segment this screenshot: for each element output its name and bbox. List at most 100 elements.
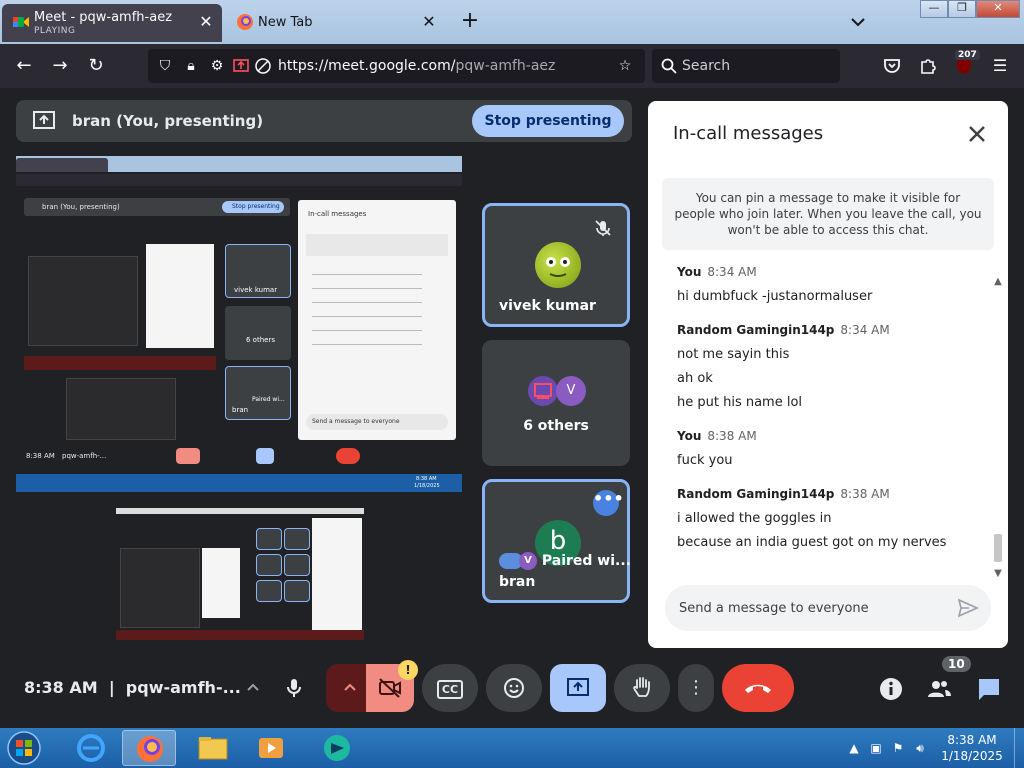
stop-presenting-button[interactable]: Stop presenting — [472, 105, 624, 137]
tab-playing-label: PLAYING — [34, 26, 76, 36]
scroll-thumb[interactable] — [994, 534, 1002, 562]
meeting-clock: 8:38 AM | pqw-amfh-... — [24, 678, 241, 697]
tab-title: Meet - pqw-amfh-aez — [34, 10, 173, 25]
tab-meet[interactable]: Meet - pqw-amfh-aez PLAYING ✕ — [2, 4, 222, 42]
url-text: https://meet.google.com/pqw-amfh-aez — [278, 58, 556, 74]
chat-icon[interactable] — [976, 676, 1002, 702]
message-sender: You — [677, 265, 702, 279]
firefox-icon — [137, 736, 163, 762]
action-center-flag-icon[interactable]: ⚑ — [890, 740, 906, 756]
message-text: ah ok — [677, 371, 713, 386]
mic-off-icon — [595, 220, 611, 236]
chevron-down-icon[interactable] — [848, 12, 868, 32]
lock-icon[interactable]: 🔒︎ — [182, 57, 200, 75]
close-tab-icon[interactable]: ✕ — [196, 12, 216, 32]
chat-input-box — [665, 585, 991, 631]
end-call-icon — [745, 684, 771, 693]
taskbar-date: 1/18/2025 — [941, 749, 1003, 763]
microphone-button[interactable] — [266, 664, 322, 712]
participant-count-badge: 10 — [942, 656, 971, 672]
url-bar[interactable]: ⛉ 🔒︎ ⚙ https://meet.google.com/pqw-amfh-… — [148, 49, 645, 83]
captions-button[interactable]: CC — [422, 664, 478, 712]
browser-nav-bar: ← → ↻ ⛉ 🔒︎ ⚙ https://meet.google.com/pqw… — [0, 44, 1024, 88]
message-sender: Random Gamingin144p — [677, 487, 835, 501]
taskbar-internet-explorer[interactable] — [64, 730, 118, 766]
message-time: 8:34 AM — [707, 265, 757, 279]
extensions-puzzle-icon[interactable] — [916, 54, 940, 78]
internet-explorer-icon — [77, 734, 105, 762]
close-window-button[interactable]: ✕ — [976, 0, 1020, 18]
shield-icon[interactable]: ⛉ — [156, 57, 174, 75]
present-screen-button[interactable] — [550, 664, 606, 712]
close-tab-icon[interactable]: ✕ — [419, 12, 439, 32]
presenting-label: bran (You, presenting) — [72, 112, 264, 130]
search-bar[interactable]: Search — [652, 49, 840, 83]
avatar — [535, 242, 581, 288]
taskbar-media-player[interactable] — [244, 730, 298, 766]
windows-start-icon[interactable] — [4, 730, 44, 766]
present-screen-icon — [33, 111, 55, 129]
new-tab-plus-icon[interactable]: + — [458, 10, 482, 34]
more-options-vertical-icon[interactable]: ⋮ — [678, 664, 714, 712]
reactions-button[interactable] — [486, 664, 542, 712]
back-arrow-icon[interactable]: ← — [12, 54, 36, 78]
reload-icon[interactable]: ↻ — [84, 54, 108, 78]
message-text: not me sayin this — [677, 347, 790, 362]
taskbar-app[interactable] — [310, 730, 364, 766]
search-icon — [661, 58, 677, 74]
network-icon[interactable]: ▣ — [868, 740, 884, 756]
shared-screen-preview-secondary — [116, 508, 364, 648]
chat-scrollbar[interactable]: ▲ ▼ — [992, 276, 1004, 580]
participant-name: vivek kumar — [499, 298, 596, 314]
pocket-icon[interactable] — [880, 54, 904, 78]
message-group: You 8:38 AM fuck you — [677, 429, 987, 473]
taskbar-firefox[interactable] — [122, 730, 176, 766]
participant-tile-vivek[interactable]: vivek kumar — [482, 203, 630, 327]
search-placeholder: Search — [682, 58, 731, 74]
participant-tile-others[interactable]: V 6 others — [482, 340, 630, 466]
camera-off-icon — [379, 678, 401, 698]
permissions-icon[interactable]: ⚙ — [208, 57, 226, 75]
tab-new-tab[interactable]: New Tab ✕ — [230, 4, 445, 42]
forward-arrow-icon[interactable]: → — [48, 54, 72, 78]
scroll-down-arrow-icon[interactable]: ▼ — [992, 568, 1004, 580]
meeting-control-bar: 8:38 AM | pqw-amfh-... ! CC ⋮ 10 — [0, 648, 1024, 728]
leave-call-button[interactable] — [722, 664, 794, 712]
meeting-info-icon[interactable] — [878, 676, 904, 702]
screen-share-indicator-icon[interactable] — [232, 57, 250, 75]
show-hidden-icons-chevron-icon[interactable]: ▲ — [846, 740, 862, 756]
taskbar-clock[interactable]: 8:38 AM 1/18/2025 — [930, 732, 1014, 764]
participant-tile-bran[interactable]: ••• b V Paired wi... bran — [482, 479, 631, 603]
bookmark-star-icon[interactable]: ☆ — [616, 57, 634, 75]
more-options-icon[interactable]: ••• — [593, 490, 624, 516]
message-group: Random Gamingin144p 8:38 AM i allowed the… — [677, 487, 987, 555]
minimize-button[interactable]: — — [920, 0, 948, 18]
raise-hand-button[interactable] — [614, 664, 670, 712]
firefox-icon — [237, 14, 253, 30]
show-desktop-button[interactable] — [1014, 728, 1024, 768]
avatar: V — [519, 552, 537, 570]
autoplay-blocked-icon[interactable] — [254, 57, 272, 75]
in-call-messages-panel: In-call messages You can pin a message t… — [648, 101, 1008, 648]
message-sender: You — [677, 429, 702, 443]
maximize-button[interactable]: ❐ — [948, 0, 976, 18]
media-player-icon — [259, 738, 283, 758]
volume-icon[interactable]: 🔊︎ — [912, 740, 928, 756]
send-icon[interactable] — [957, 598, 979, 618]
close-icon[interactable] — [964, 121, 990, 147]
presenting-banner: bran (You, presenting) Stop presenting — [16, 100, 632, 142]
scroll-up-arrow-icon[interactable]: ▲ — [992, 276, 1004, 288]
chat-message-input[interactable] — [679, 598, 939, 618]
message-group: You 8:34 AM hi dumbfuck -justanormaluser — [677, 265, 987, 309]
microphone-icon — [287, 679, 301, 697]
window-controls: — ❐ ✕ — [920, 0, 1020, 18]
hamburger-menu-icon[interactable]: ☰ — [988, 54, 1012, 78]
panel-title: In-call messages — [673, 123, 824, 144]
message-group: Random Gamingin144p 8:34 AM not me sayin … — [677, 323, 987, 415]
warning-badge: ! — [398, 660, 418, 680]
message-sender: Random Gamingin144p — [677, 323, 835, 337]
paired-device-label: V Paired wi... — [499, 552, 631, 570]
extension-badge: 207 — [955, 50, 980, 60]
taskbar-file-explorer[interactable] — [186, 730, 240, 766]
people-icon[interactable] — [926, 676, 952, 702]
